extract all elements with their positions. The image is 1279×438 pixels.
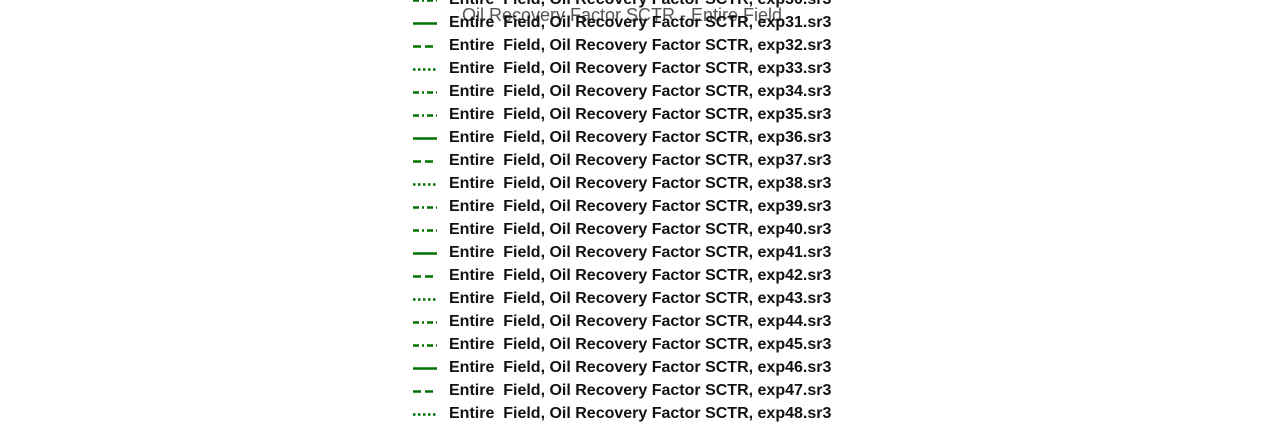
legend-line-swatch [413,0,437,2]
legend-line-swatch [413,183,437,186]
legend-line-swatch [413,68,437,71]
legend-line-swatch [413,321,437,324]
legend-item: Entire Field, Oil Recovery Factor SCTR, … [413,103,873,126]
legend-label: Entire Field, Oil Recovery Factor SCTR, … [449,83,832,100]
legend-line-swatch [413,298,437,301]
legend-line-swatch [413,137,437,140]
legend-item: Entire Field, Oil Recovery Factor SCTR, … [413,356,873,379]
legend-label: Entire Field, Oil Recovery Factor SCTR, … [449,336,832,353]
legend-label: Entire Field, Oil Recovery Factor SCTR, … [449,290,832,307]
legend-item: Entire Field, Oil Recovery Factor SCTR, … [413,57,873,80]
legend-item: Entire Field, Oil Recovery Factor SCTR, … [413,333,873,356]
legend-item: Entire Field, Oil Recovery Factor SCTR, … [413,34,873,57]
legend-label: Entire Field, Oil Recovery Factor SCTR, … [449,198,832,215]
legend-item: Entire Field, Oil Recovery Factor SCTR, … [413,310,873,333]
legend-item: Entire Field, Oil Recovery Factor SCTR, … [413,402,873,425]
legend-item: Entire Field, Oil Recovery Factor SCTR, … [413,195,873,218]
legend-item: Entire Field, Oil Recovery Factor SCTR, … [413,379,873,402]
legend-line-swatch [413,344,437,347]
legend-label: Entire Field, Oil Recovery Factor SCTR, … [449,152,832,169]
legend-item: Entire Field, Oil Recovery Factor SCTR, … [413,264,873,287]
legend-item: Entire Field, Oil Recovery Factor SCTR, … [413,287,873,310]
legend-label: Entire Field, Oil Recovery Factor SCTR, … [449,244,832,261]
legend-item: Entire Field, Oil Recovery Factor SCTR, … [413,11,873,34]
legend-line-swatch [413,22,437,25]
legend-item: Entire Field, Oil Recovery Factor SCTR, … [413,149,873,172]
legend-label: Entire Field, Oil Recovery Factor SCTR, … [449,267,832,284]
legend-label: Entire Field, Oil Recovery Factor SCTR, … [449,175,832,192]
legend-item: Entire Field, Oil Recovery Factor SCTR, … [413,80,873,103]
legend-line-swatch [413,390,437,393]
legend-label: Entire Field, Oil Recovery Factor SCTR, … [449,405,832,422]
legend-label: Entire Field, Oil Recovery Factor SCTR, … [449,14,832,31]
legend-line-swatch [413,229,437,232]
legend-item: Entire Field, Oil Recovery Factor SCTR, … [413,126,873,149]
legend-line-swatch [413,367,437,370]
legend-label: Entire Field, Oil Recovery Factor SCTR, … [449,382,832,399]
legend-item: Entire Field, Oil Recovery Factor SCTR, … [413,218,873,241]
legend-line-swatch [413,275,437,278]
legend-label: Entire Field, Oil Recovery Factor SCTR, … [449,0,831,9]
legend-label: Entire Field, Oil Recovery Factor SCTR, … [449,359,832,376]
legend-label: Entire Field, Oil Recovery Factor SCTR, … [449,221,832,238]
legend-line-swatch [413,91,437,94]
legend-label: Entire Field, Oil Recovery Factor SCTR, … [449,129,832,146]
legend-line-swatch [413,413,437,416]
legend-line-swatch [413,114,437,117]
legend-item: Entire Field, Oil Recovery Factor SCTR, … [413,0,873,11]
legend-line-swatch [413,206,437,209]
legend-line-swatch [413,45,437,48]
legend-label: Entire Field, Oil Recovery Factor SCTR, … [449,60,832,77]
legend-item: Entire Field, Oil Recovery Factor SCTR, … [413,172,873,195]
legend-label: Entire Field, Oil Recovery Factor SCTR, … [449,106,832,123]
legend-label: Entire Field, Oil Recovery Factor SCTR, … [449,313,832,330]
legend-line-swatch [413,252,437,255]
legend: Entire Field, Oil Recovery Factor SCTR, … [413,0,873,425]
legend-line-swatch [413,160,437,163]
legend-label: Entire Field, Oil Recovery Factor SCTR, … [449,37,832,54]
legend-item: Entire Field, Oil Recovery Factor SCTR, … [413,241,873,264]
